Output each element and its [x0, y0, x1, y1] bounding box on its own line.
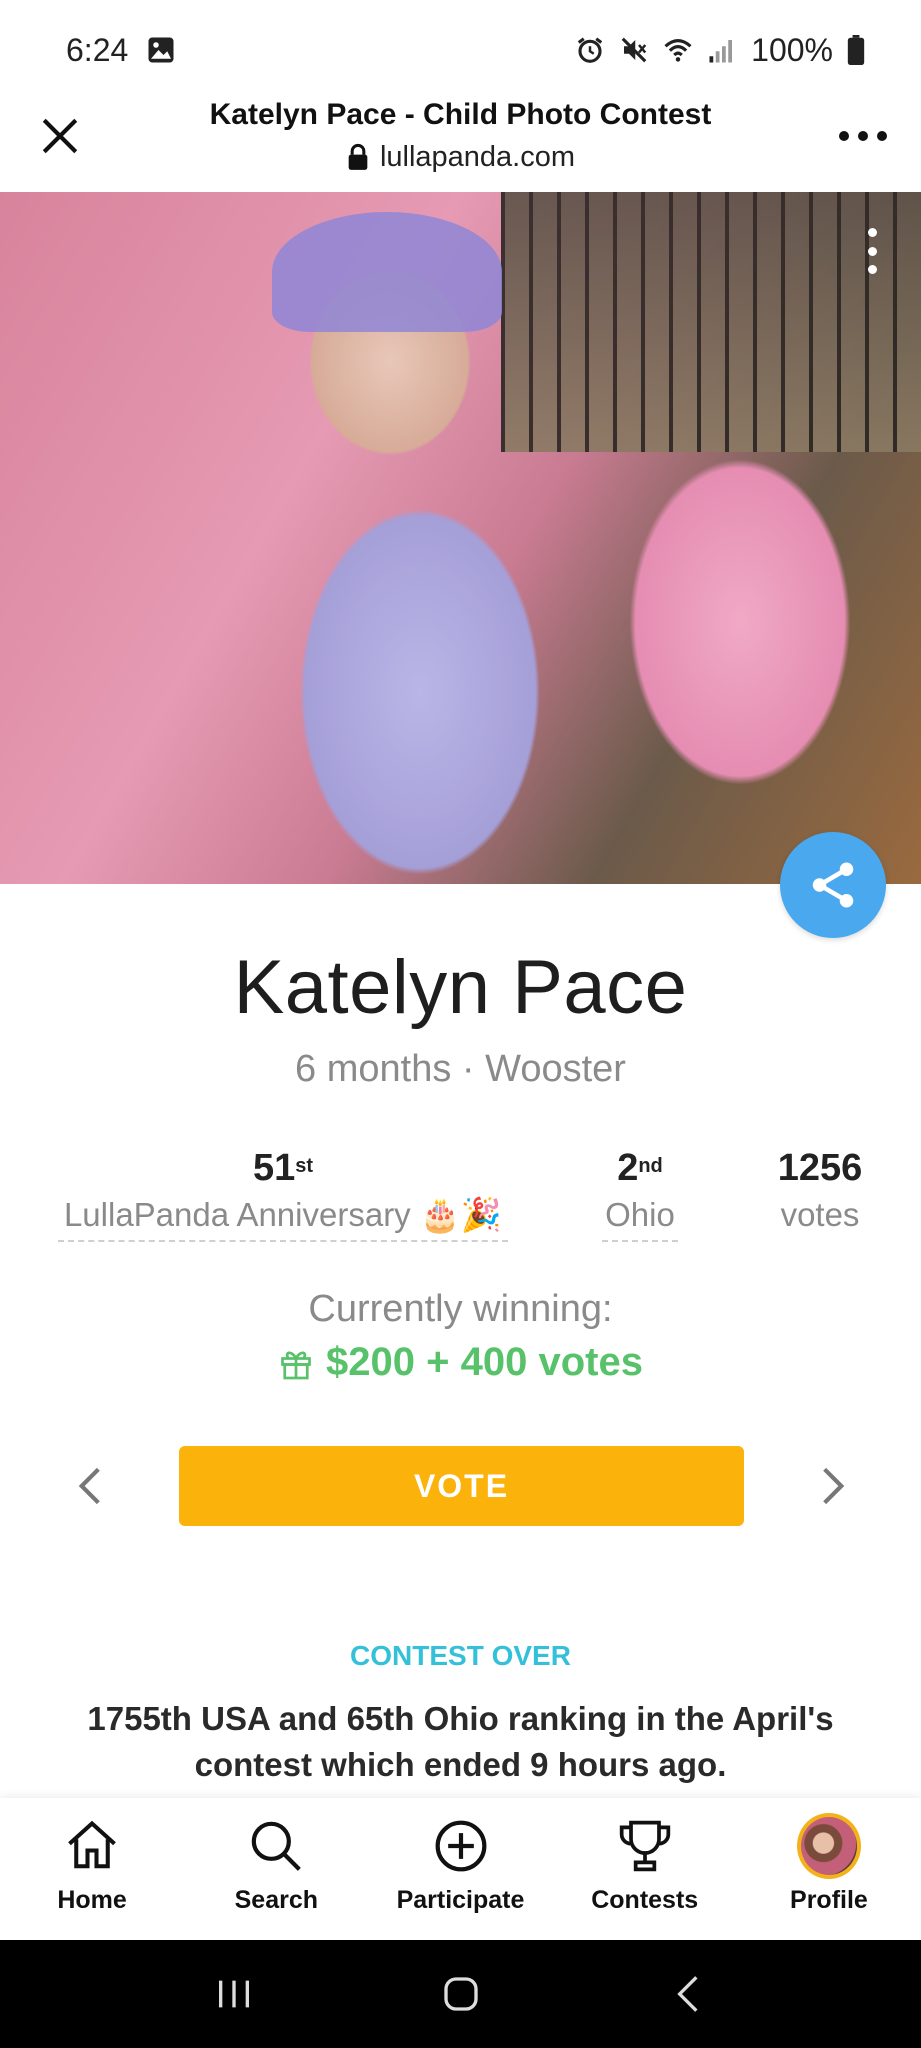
status-left: 6:24 [66, 32, 176, 69]
back-system-button[interactable] [658, 1964, 718, 2024]
status-time: 6:24 [66, 31, 129, 68]
anniversary-rank-label: LullaPanda Anniversary 🎂🎉 [58, 1192, 508, 1242]
stat-votes: 1256 votes [760, 1144, 880, 1238]
battery-percent: 100% [751, 31, 833, 68]
recent-apps-icon [218, 1980, 249, 2008]
share-icon [812, 862, 854, 908]
plus-circle-icon [429, 1814, 493, 1878]
nav-profile-label: Profile [790, 1886, 868, 1914]
status-right: 100% [575, 32, 865, 69]
gallery-notification-icon [148, 37, 174, 63]
stats-row: 51st LullaPanda Anniversary 🎂🎉 2nd Ohio … [0, 1144, 921, 1244]
system-navigation-bar [0, 1940, 921, 2048]
page-info: Katelyn Pace - Child Photo Contest lulla… [120, 92, 801, 176]
close-button[interactable] [30, 106, 90, 166]
previous-participant-button[interactable] [60, 1456, 120, 1516]
nav-contests-label: Contests [591, 1886, 699, 1914]
home-square-icon [443, 1977, 478, 2011]
page-title: Katelyn Pace - Child Photo Contest [209, 98, 712, 131]
url-row: lullapanda.com [120, 138, 801, 176]
stat-anniversary-rank[interactable]: 51st LullaPanda Anniversary 🎂🎉 [58, 1144, 508, 1242]
state-rank-value: 2nd [617, 1147, 663, 1189]
search-icon [244, 1814, 308, 1878]
participant-city: Wooster [485, 1048, 626, 1090]
wifi-icon [664, 39, 692, 62]
currently-winning-label: Currently winning: [308, 1288, 613, 1330]
next-participant-button[interactable] [803, 1456, 863, 1516]
nav-home[interactable]: Home [0, 1798, 184, 1940]
photo-background-crate [501, 192, 921, 452]
currently-winning-prize: $200 + 400 votes [0, 1340, 921, 1385]
avatar [796, 1813, 861, 1879]
more-horizontal-icon [839, 131, 887, 141]
trophy-icon [613, 1814, 677, 1878]
contest-status: CONTEST OVER [350, 1640, 571, 1671]
gift-icon [281, 1351, 311, 1379]
browser-header: Katelyn Pace - Child Photo Contest lulla… [0, 92, 921, 192]
child-photo[interactable] [0, 192, 921, 884]
chevron-right-icon [823, 1467, 845, 1505]
signal-icon [709, 40, 733, 63]
page-domain: lullapanda.com [379, 141, 576, 173]
profile-avatar-icon [796, 1813, 861, 1879]
contest-ranking-text: 1755th USA and 65th Ohio ranking in the … [87, 1700, 834, 1783]
status-bar: 6:24 100% [0, 0, 921, 100]
lock-icon [348, 143, 368, 170]
nav-participate[interactable]: Participate [368, 1798, 552, 1940]
close-icon [42, 118, 78, 154]
home-icon [60, 1814, 124, 1878]
participant-age: 6 months [295, 1048, 452, 1090]
nav-home-label: Home [57, 1886, 127, 1914]
bottom-navigation: Home Search Participate Contests Profile [0, 1798, 921, 1940]
photo-headband [272, 212, 502, 332]
vote-button[interactable]: VOTE [179, 1446, 744, 1526]
stat-state-rank[interactable]: 2nd Ohio [602, 1144, 678, 1242]
alarm-icon [577, 37, 603, 63]
participant-details: 6 months · Wooster [0, 1048, 921, 1091]
nav-search-label: Search [234, 1886, 318, 1914]
state-rank-label: Ohio [602, 1192, 678, 1242]
photo-menu-button[interactable] [867, 228, 877, 274]
prize-text: $200 + 400 votes [326, 1340, 643, 1384]
home-system-button[interactable] [431, 1964, 491, 2024]
mute-icon [621, 37, 647, 63]
recent-apps-button[interactable] [204, 1964, 264, 2024]
battery-icon [847, 35, 865, 65]
nav-search[interactable]: Search [184, 1798, 368, 1940]
nav-profile[interactable]: Profile [737, 1798, 921, 1940]
nav-contests[interactable]: Contests [553, 1798, 737, 1940]
back-icon [676, 1976, 698, 2012]
participant-name: Katelyn Pace [233, 945, 688, 1030]
nav-participate-label: Participate [396, 1886, 525, 1914]
chevron-left-icon [78, 1467, 100, 1505]
details-separator: · [461, 1048, 475, 1090]
votes-label: votes [780, 1196, 860, 1233]
votes-count: 1256 [777, 1147, 863, 1189]
share-button[interactable] [780, 832, 886, 938]
more-options-button[interactable] [833, 114, 893, 158]
anniversary-rank-value: 51st [252, 1147, 314, 1189]
